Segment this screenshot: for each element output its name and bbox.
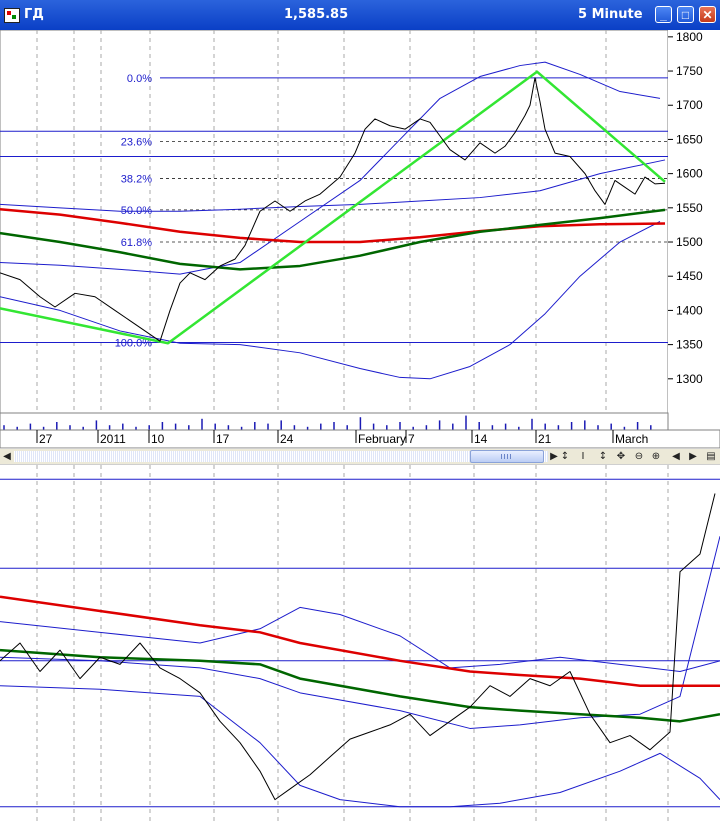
y-tick-label-9: 1750 xyxy=(676,64,703,78)
x-tick-label-8: 21 xyxy=(538,432,552,446)
y-tick-label-7: 1650 xyxy=(676,132,703,146)
app-icon xyxy=(4,8,20,23)
price-chart[interactable]: 0.0%23.6%38.2%50.0%61.8%100.0%1300135014… xyxy=(0,30,720,448)
x-tick-label-6: 7 xyxy=(408,432,415,446)
minimize-button[interactable]: _ xyxy=(655,6,672,23)
x-tick-label-3: 17 xyxy=(216,432,230,446)
price-axis-area xyxy=(668,30,720,413)
y-tick-label-4: 1500 xyxy=(676,235,703,249)
fib-label-2: 38.2% xyxy=(121,173,152,185)
interval-label: 5 Minute xyxy=(578,7,643,22)
x-tick-label-9: March xyxy=(615,432,648,446)
symbol-label: ГД xyxy=(24,7,44,22)
x-tick-label-4: 24 xyxy=(280,432,294,446)
x-tick-label-2: 10 xyxy=(151,432,165,446)
fib-label-1: 23.6% xyxy=(121,136,152,148)
y-tick-label-8: 1700 xyxy=(676,98,703,112)
osc-plot-area xyxy=(0,465,720,821)
y-tick-label-10: 1800 xyxy=(676,30,703,44)
fib-label-4: 61.8% xyxy=(121,237,152,249)
maximize-button[interactable]: □ xyxy=(677,6,694,23)
oscillator-chart[interactable] xyxy=(0,465,720,821)
toolbar-tool-3[interactable]: ↕ xyxy=(596,450,610,463)
panel-menu-icon[interactable]: ▤ xyxy=(704,450,718,463)
y-tick-label-6: 1600 xyxy=(676,167,703,181)
toolbar-tool-2[interactable]: I xyxy=(576,450,590,463)
pan-icon[interactable]: ✥ xyxy=(614,450,628,463)
scroll-track[interactable] xyxy=(14,451,548,462)
toolbar-tool-1[interactable]: ↕ xyxy=(558,450,572,463)
prev-arrow-icon[interactable]: ◀ xyxy=(670,450,682,463)
x-tick-label-5: February xyxy=(358,432,406,446)
zoom-in-icon[interactable]: ⊕ xyxy=(649,450,663,463)
close-button[interactable]: ✕ xyxy=(699,6,716,23)
y-tick-label-5: 1550 xyxy=(676,201,703,215)
y-tick-label-0: 1300 xyxy=(676,372,703,386)
x-tick-label-0: 27 xyxy=(39,432,53,446)
y-tick-label-2: 1400 xyxy=(676,303,703,317)
y-tick-label-1: 1350 xyxy=(676,338,703,352)
x-tick-label-7: 14 xyxy=(474,432,488,446)
fib-label-0: 0.0% xyxy=(127,73,152,85)
x-tick-label-1: 2011 xyxy=(100,432,126,446)
scroll-thumb[interactable] xyxy=(470,450,544,463)
next-arrow-icon[interactable]: ▶ xyxy=(687,450,699,463)
last-price: 1,585.85 xyxy=(284,7,349,22)
y-tick-label-3: 1450 xyxy=(676,269,703,283)
zoom-out-icon[interactable]: ⊖ xyxy=(632,450,646,463)
scroll-left-button[interactable]: ◀ xyxy=(1,450,13,463)
scroll-toolbar: ◀ ▶ ↕ I ↕ ✥ ⊖ ⊕ ◀ ▶ ▤ xyxy=(0,448,720,465)
title-bar: ГД 1,585.85 5 Minute _ □ ✕ xyxy=(0,0,720,30)
